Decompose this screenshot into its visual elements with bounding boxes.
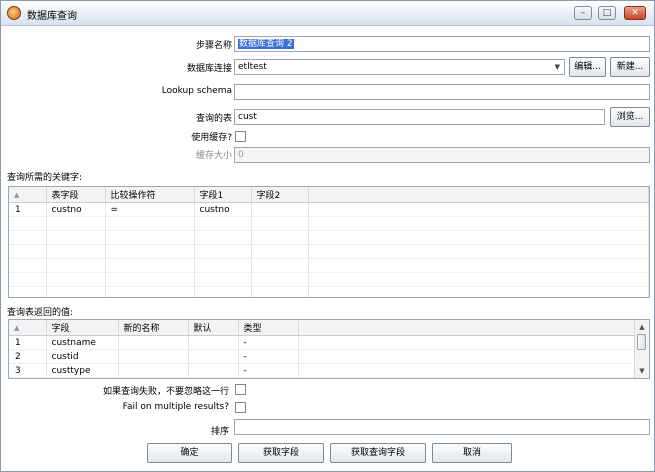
empty-row — [9, 230, 649, 245]
get-lookup-fields-button[interactable]: 获取查询字段 — [330, 443, 426, 463]
returns-col-header[interactable]: 字段 — [46, 320, 119, 336]
minimize-button[interactable]: – — [574, 6, 592, 20]
step-name-input[interactable]: 数据库查询 2 — [234, 36, 650, 52]
edit-connection-button[interactable]: 编辑... — [569, 57, 606, 77]
sort-up-icon[interactable]: ▲ — [9, 187, 47, 203]
sort-up-icon[interactable]: ▲ — [9, 320, 47, 336]
fail-no-ignore-checkbox[interactable] — [235, 384, 246, 395]
row-number: 3 — [9, 363, 47, 378]
db-connection-value: etltest — [238, 62, 267, 72]
table-cell-empty — [298, 335, 637, 350]
returns-scrollbar[interactable]: ▲ ▼ — [634, 320, 649, 378]
empty-row — [9, 216, 649, 231]
table-cell[interactable] — [118, 349, 189, 364]
order-input[interactable] — [234, 419, 650, 435]
table-cell[interactable] — [188, 349, 239, 364]
get-fields-button[interactable]: 获取字段 — [238, 443, 324, 463]
window-title: 数据库查询 — [27, 11, 77, 22]
lookup-table-label: 查询的表 — [195, 114, 232, 124]
db-connection-select[interactable]: etltest ▼ — [234, 59, 565, 75]
table-cell[interactable]: custid — [46, 349, 119, 364]
use-cache-label: 使用缓存? — [191, 133, 232, 143]
table-cell[interactable] — [188, 335, 239, 350]
returns-col-header[interactable]: 新的名称 — [118, 320, 189, 336]
table-cell-empty — [308, 202, 649, 217]
empty-row — [9, 286, 649, 297]
fail-multiple-label: Fail on multiple results? — [122, 402, 229, 412]
returns-table[interactable]: ▲ 字段 新的名称 默认 类型 1 custname - 2 custid - … — [8, 319, 650, 379]
row-number: 1 — [9, 202, 47, 217]
title-bar[interactable]: 数据库查询 – □ ✕ — [1, 1, 654, 26]
cache-size-label: 缓存大小 — [195, 151, 232, 161]
scroll-thumb[interactable] — [637, 334, 646, 350]
table-cell[interactable]: - — [238, 363, 299, 378]
table-cell[interactable]: custname — [46, 335, 119, 350]
table-cell[interactable] — [251, 202, 309, 217]
fail-multiple-checkbox[interactable] — [235, 402, 246, 413]
table-cell[interactable] — [188, 363, 239, 378]
step-name-value: 数据库查询 2 — [238, 39, 294, 49]
cache-size-input[interactable]: 0 — [234, 147, 650, 163]
table-cell[interactable]: - — [238, 349, 299, 364]
table-cell-empty — [298, 349, 637, 364]
table-cell[interactable]: custno — [194, 202, 252, 217]
returns-col-header[interactable]: 默认 — [188, 320, 239, 336]
cancel-button[interactable]: 取消 — [432, 443, 512, 463]
keys-col-header[interactable]: 比较操作符 — [105, 187, 195, 203]
keys-section-label: 查询所需的关键字: — [7, 173, 83, 183]
empty-row — [9, 272, 649, 287]
row-number: 1 — [9, 335, 47, 350]
row-number: 2 — [9, 349, 47, 364]
browse-button[interactable]: 浏览... — [610, 107, 650, 127]
table-cell-empty — [298, 363, 637, 378]
new-connection-button[interactable]: 新建... — [610, 57, 650, 77]
returns-section-label: 查询表返回的值: — [7, 308, 74, 318]
dialog-window: 数据库查询 – □ ✕ 步骤名称 数据库查询 2 数据库连接 etltest ▼… — [0, 0, 655, 472]
ok-button[interactable]: 确定 — [147, 443, 232, 463]
use-cache-checkbox[interactable] — [235, 131, 246, 142]
lookup-table-input[interactable]: cust — [234, 109, 605, 125]
table-row[interactable]: 1 custname - — [9, 335, 637, 350]
keys-header-row: ▲ 表字段 比较操作符 字段1 字段2 — [9, 187, 649, 203]
table-row[interactable]: 3 custtype - — [9, 363, 637, 378]
maximize-button[interactable]: □ — [598, 6, 616, 20]
fail-no-ignore-label: 如果查询失败，不要忽略这一行 — [102, 387, 229, 397]
returns-header-row: ▲ 字段 新的名称 默认 类型 — [9, 320, 637, 336]
keys-col-header[interactable]: 表字段 — [46, 187, 106, 203]
db-connection-label: 数据库连接 — [186, 64, 232, 74]
empty-row — [9, 244, 649, 259]
returns-col-header[interactable]: 类型 — [238, 320, 299, 336]
table-cell[interactable]: custtype — [46, 363, 119, 378]
order-label: 排序 — [210, 427, 229, 437]
table-cell[interactable] — [118, 335, 189, 350]
keys-col-header[interactable]: 字段2 — [251, 187, 309, 203]
scroll-down-icon[interactable]: ▼ — [635, 365, 649, 377]
close-button[interactable]: ✕ — [624, 6, 646, 20]
returns-col-header-empty — [298, 320, 637, 336]
table-cell[interactable]: - — [238, 335, 299, 350]
table-row[interactable]: 1 custno = custno — [9, 202, 649, 217]
empty-row — [9, 258, 649, 273]
keys-table[interactable]: ▲ 表字段 比较操作符 字段1 字段2 1 custno = custno — [8, 186, 650, 298]
table-row[interactable]: 2 custid - — [9, 349, 637, 364]
step-name-label: 步骤名称 — [195, 41, 232, 51]
table-cell[interactable]: custno — [46, 202, 106, 217]
lookup-schema-label: Lookup schema — [161, 86, 232, 96]
lookup-schema-input[interactable] — [234, 84, 650, 100]
app-icon — [7, 6, 21, 20]
chevron-down-icon[interactable]: ▼ — [555, 61, 560, 74]
scroll-up-icon[interactable]: ▲ — [635, 321, 649, 333]
table-cell[interactable]: = — [105, 202, 195, 217]
keys-col-header[interactable]: 字段1 — [194, 187, 252, 203]
keys-col-header-empty — [308, 187, 649, 203]
table-cell[interactable] — [118, 363, 189, 378]
